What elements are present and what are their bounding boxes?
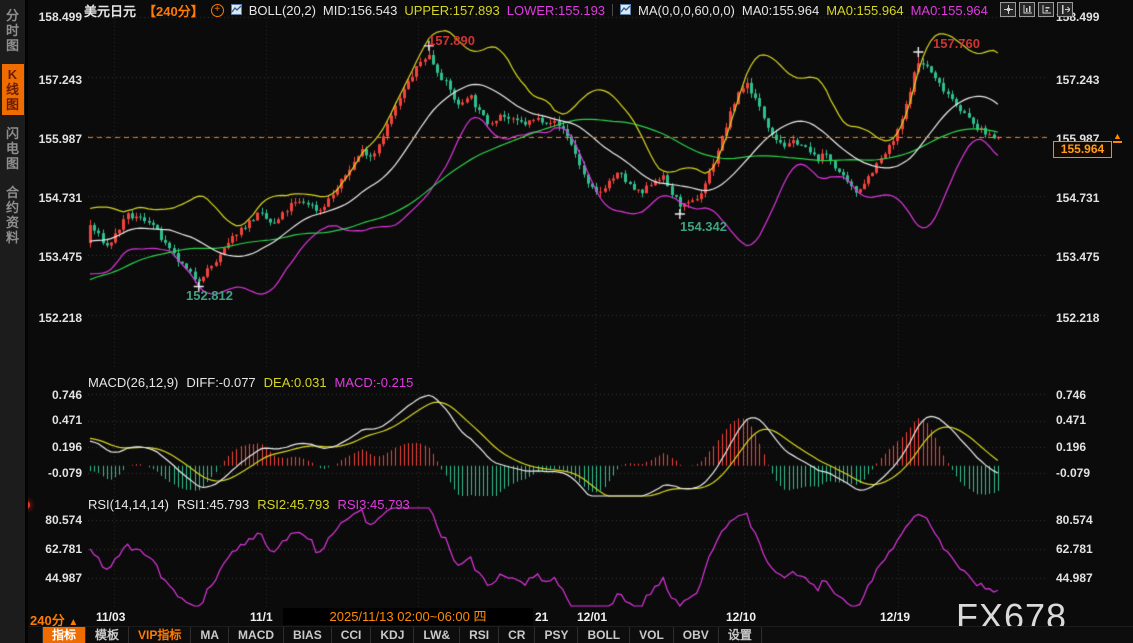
high-annotation-1: 157.890: [428, 33, 475, 48]
high-annotation-2: 157.760: [933, 36, 980, 51]
toolbar-item-cci[interactable]: CCI: [332, 627, 372, 643]
sidebar-item-lightning-chart[interactable]: 闪电图: [2, 123, 24, 174]
price-axis-label: 155.987: [30, 132, 82, 146]
low-annotation-2: 154.342: [680, 219, 727, 234]
rsi-axis-label: 62.781: [30, 542, 82, 556]
toolbar-item-template[interactable]: 模板: [86, 627, 129, 643]
toolbar-item-psy[interactable]: PSY: [535, 627, 578, 643]
toolbar-item-vip-indicator[interactable]: VIP指标: [129, 627, 191, 643]
toolbar-item-kdj[interactable]: KDJ: [371, 627, 414, 643]
macd-label: MACD(26,12,9): [88, 375, 178, 390]
crosshair-icon[interactable]: [1000, 2, 1016, 17]
macd-header: MACD(26,12,9) DIFF:-0.077 DEA:0.031 MACD…: [88, 375, 421, 390]
pane-layout-icon-1[interactable]: [1019, 2, 1035, 17]
chart-header: 美元日元 【240分】 + BOLL(20,2) MID:156.543 UPP…: [84, 2, 995, 18]
left-sidebar: 分时图 K线图 闪电图 合约资料: [0, 0, 28, 643]
ma0-yellow-value: MA0:155.964: [826, 3, 903, 18]
rsi-header: RSI(14,14,14) RSI1:45.793 RSI2:45.793 RS…: [88, 497, 418, 512]
toolbar-item-vol[interactable]: VOL: [630, 627, 674, 643]
macd-dea-value: DEA:0.031: [264, 375, 327, 390]
toolbar-item-bias[interactable]: BIAS: [284, 627, 332, 643]
bar-datetime-tooltip: 2025/11/13 02:00~06:00 四: [283, 608, 533, 625]
toolbar-item-indicator[interactable]: 指标: [42, 627, 86, 643]
rsi-axis-label: 62.781: [1056, 542, 1108, 556]
rsi-axis-label: 44.987: [1056, 571, 1108, 585]
date-label: 12/01: [577, 610, 607, 624]
price-axis-label: 158.499: [30, 10, 82, 24]
main-chart-canvas[interactable]: [88, 14, 1048, 370]
pane-layout-icon-2[interactable]: [1038, 2, 1054, 17]
rsi-label: RSI(14,14,14): [88, 497, 169, 512]
header-divider: [612, 4, 613, 16]
macd-diff-value: DIFF:-0.077: [186, 375, 255, 390]
date-label-clipped: 11/1: [250, 610, 273, 624]
rsi-chart-canvas[interactable]: [88, 506, 1048, 608]
window-controls: [1000, 2, 1073, 17]
macd-chart-canvas[interactable]: [88, 384, 1048, 498]
macd-axis-label: 0.471: [1056, 413, 1108, 427]
boll-upper-value: UPPER:157.893: [404, 3, 499, 18]
boll-label: BOLL(20,2): [249, 3, 316, 18]
macd-axis-label: 0.196: [1056, 440, 1108, 454]
price-axis-label: 153.475: [30, 250, 82, 264]
current-price-tag: 155.964: [1053, 141, 1112, 158]
toolbar-item-boll[interactable]: BOLL: [578, 627, 630, 643]
toolbar-item-obv[interactable]: OBV: [674, 627, 719, 643]
ma-label: MA(0,0,0,60,0,0): [638, 3, 735, 18]
sidebar-item-kline-chart[interactable]: K线图: [2, 64, 24, 115]
macd-axis-label: 0.746: [30, 388, 82, 402]
low-annotation-1: 152.812: [186, 288, 233, 303]
macd-axis-label: -0.079: [1056, 466, 1108, 480]
ma0-magenta-value: MA0:155.964: [911, 3, 988, 18]
plus-circle-icon[interactable]: +: [211, 4, 224, 17]
ma0-white-value: MA0:155.964: [742, 3, 819, 18]
period-label[interactable]: 【240分】: [143, 1, 204, 20]
symbol-title: 美元日元: [84, 1, 136, 20]
rsi1-value: RSI1:45.793: [177, 497, 249, 512]
rsi2-value: RSI2:45.793: [257, 497, 329, 512]
toolbar-item-macd[interactable]: MACD: [229, 627, 284, 643]
date-label: 12/19: [880, 610, 910, 624]
rsi-axis-label: 80.574: [30, 513, 82, 527]
toolbar-item-settings[interactable]: 设置: [719, 627, 762, 643]
sidebar-item-timeshare-chart[interactable]: 分时图: [2, 5, 24, 56]
rsi3-value: RSI3:45.793: [338, 497, 410, 512]
price-axis-label: 154.731: [30, 191, 82, 205]
toolbar-item-ma[interactable]: MA: [191, 627, 229, 643]
date-label: 12/10: [726, 610, 756, 624]
macd-axis-label: -0.079: [30, 466, 82, 480]
macd-bar-value: MACD:-0.215: [335, 375, 414, 390]
rsi-axis-label: 44.987: [30, 571, 82, 585]
line-chart-icon: [620, 3, 631, 18]
trading-app-window: 分时图 K线图 闪电图 合约资料 美元日元 【240分】 + BOLL(20,2…: [0, 0, 1133, 643]
toolbar-item-cr[interactable]: CR: [499, 627, 535, 643]
toolbar-item-lw[interactable]: LW&: [414, 627, 460, 643]
price-axis-label: 157.243: [30, 73, 82, 87]
price-alert-icon[interactable]: ▲: [1113, 132, 1122, 143]
macd-axis-label: 0.746: [1056, 388, 1108, 402]
price-axis-label: 157.243: [1056, 73, 1108, 87]
price-axis-label: 154.731: [1056, 191, 1108, 205]
macd-axis-label: 0.196: [30, 440, 82, 454]
indicator-toolbar: 指标 模板 VIP指标 MA MACD BIAS CCI KDJ LW& RSI…: [28, 626, 1133, 643]
macd-axis-label: 0.471: [30, 413, 82, 427]
boll-lower-value: LOWER:155.193: [507, 3, 605, 18]
rsi-axis-label: 80.574: [1056, 513, 1108, 527]
toolbar-item-rsi[interactable]: RSI: [460, 627, 499, 643]
price-axis-label: 152.218: [30, 311, 82, 325]
line-chart-icon: [231, 3, 242, 18]
pane-shift-icon[interactable]: [1057, 2, 1073, 17]
boll-mid-value: MID:156.543: [323, 3, 397, 18]
sidebar-item-contract-info[interactable]: 合约资料: [2, 182, 24, 248]
price-axis-label: 153.475: [1056, 250, 1108, 264]
price-axis-label: 152.218: [1056, 311, 1108, 325]
date-label-clipped: 21: [535, 610, 548, 624]
date-label: 11/03: [96, 610, 125, 624]
